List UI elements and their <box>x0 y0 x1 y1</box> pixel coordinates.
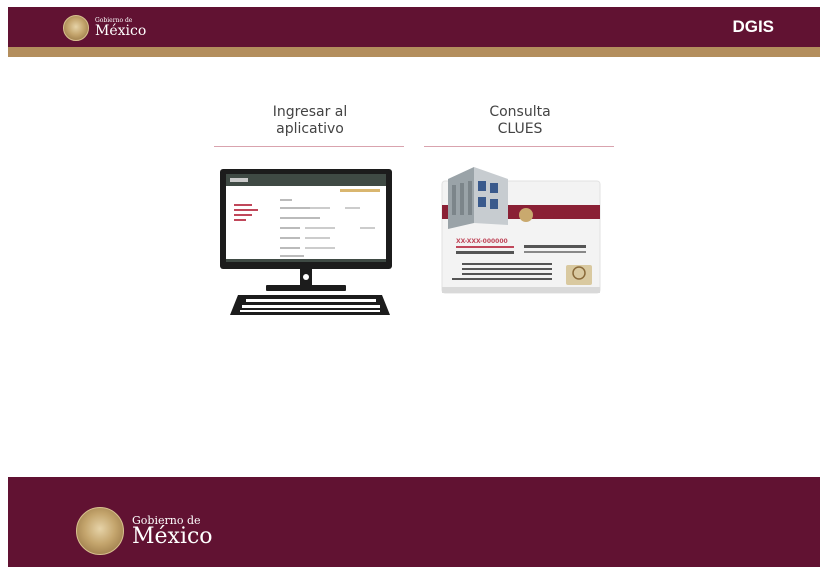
clues-code: XX-XXX-000000 <box>456 238 508 245</box>
salud-brand: SALUD <box>534 211 569 221</box>
card-divider <box>214 146 404 147</box>
page-frame: Gobierno de México DGIS Ingresar al apli… <box>8 7 820 567</box>
desktop-computer-icon[interactable] <box>220 169 400 319</box>
logo-text: Gobierno de México <box>95 18 147 39</box>
clues-building-card-icon[interactable]: XX-XXX-000000 SALUD <box>438 165 604 297</box>
logo-line2: México <box>132 523 213 549</box>
card-title-ingresar[interactable]: Ingresar al aplicativo <box>215 104 405 138</box>
logo-line2: México <box>95 23 147 39</box>
mexico-coat-of-arms-icon <box>76 507 124 555</box>
card-divider <box>424 146 614 147</box>
card-title-clues[interactable]: Consulta CLUES <box>425 104 615 138</box>
mexico-coat-of-arms-icon <box>63 15 89 41</box>
card-title-line2: aplicativo <box>276 121 344 137</box>
card-title-line2: CLUES <box>497 121 543 137</box>
gobierno-logo-header[interactable]: Gobierno de México <box>63 13 146 43</box>
card-title-line1: Ingresar al <box>272 104 348 120</box>
logo-text: Gobierno de México <box>132 515 213 548</box>
footer: Gobierno de México <box>8 477 820 567</box>
gobierno-logo-footer[interactable]: Gobierno de México <box>76 507 213 555</box>
card-title-line1: Consulta <box>489 104 551 120</box>
dgis-label: DGIS <box>732 17 774 36</box>
top-header: Gobierno de México DGIS <box>8 7 820 47</box>
gold-band <box>8 47 820 57</box>
